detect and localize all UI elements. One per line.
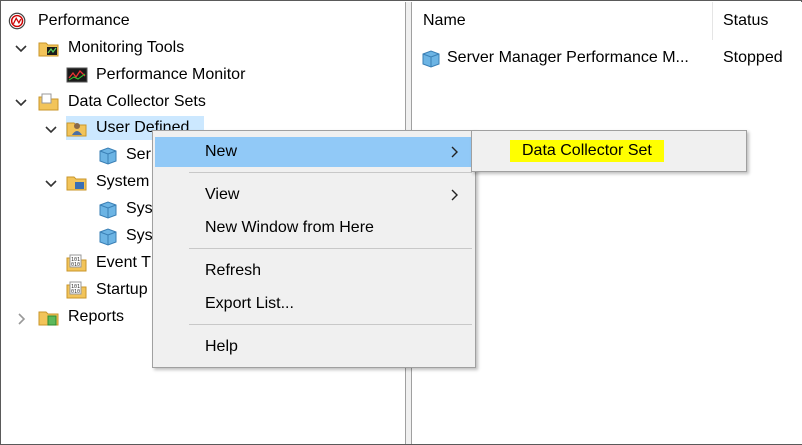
tree-label: Performance — [38, 12, 130, 29]
data-collector-icon — [99, 228, 117, 246]
menu-item-new-window[interactable]: New Window from Here — [155, 213, 473, 243]
performance-monitor-icon — [66, 67, 88, 83]
folder-icon — [38, 93, 59, 111]
menu-separator — [189, 172, 472, 173]
menu-item-view[interactable]: View — [155, 180, 473, 210]
column-header-label: Name — [423, 12, 466, 29]
chevron-right-icon — [451, 189, 458, 201]
tree-label: System — [96, 173, 150, 190]
chevron-right-icon[interactable] — [14, 312, 28, 326]
list-item[interactable]: Server Manager Performance M... — [419, 46, 709, 70]
mmc-window: Performance Monitoring Tools Performance… — [0, 0, 802, 445]
menu-item-new[interactable]: New — [155, 137, 473, 167]
menu-separator — [189, 248, 472, 249]
menu-item-label: Data Collector Set — [510, 140, 664, 162]
tree-node-event-trace[interactable]: 101 010 Event T — [66, 251, 153, 275]
list-item-status: Stopped — [723, 49, 783, 66]
menu-item-label: New — [205, 143, 238, 160]
tree-label: Data Collector Sets — [68, 93, 206, 110]
tree-node-performance-monitor[interactable]: Performance Monitor — [66, 63, 247, 87]
tree-label: Performance Monitor — [96, 66, 246, 83]
list-item-name: Server Manager Performance M... — [447, 49, 689, 66]
menu-item-label: View — [205, 186, 240, 203]
tree-node-server-manager[interactable]: Ser — [96, 143, 153, 167]
svg-text:010: 010 — [71, 289, 80, 295]
tree-label: Sys — [126, 227, 153, 244]
column-header-name[interactable]: Name — [423, 2, 713, 40]
data-collector-icon — [99, 201, 117, 219]
performance-icon — [8, 12, 26, 30]
chevron-right-icon — [451, 146, 458, 158]
tree-label: Sys — [126, 200, 153, 217]
menu-item-label: Refresh — [205, 262, 262, 279]
folder-chart-icon — [38, 42, 59, 57]
data-collector-icon — [422, 50, 440, 68]
chevron-down-icon[interactable] — [44, 177, 58, 191]
reports-folder-icon — [38, 311, 59, 326]
chevron-down-icon[interactable] — [44, 123, 58, 137]
column-header-status[interactable]: Status — [723, 2, 802, 40]
menu-item-label: Help — [205, 338, 238, 355]
tree-node-system-child[interactable]: Sys — [96, 197, 155, 221]
column-divider[interactable] — [712, 2, 713, 40]
column-header-label: Status — [723, 12, 769, 29]
tree-node-data-collector-sets[interactable]: Data Collector Sets — [38, 90, 208, 114]
menu-item-label: New Window from Here — [205, 219, 374, 236]
menu-item-data-collector-set[interactable]: Data Collector Set — [474, 135, 744, 167]
menu-item-refresh[interactable]: Refresh — [155, 256, 473, 286]
menu-item-export-list[interactable]: Export List... — [155, 289, 473, 319]
menu-item-label: Export List... — [205, 295, 294, 312]
tree-label: Startup — [96, 281, 148, 298]
binary-folder-icon: 101 010 — [66, 281, 87, 299]
svg-text:010: 010 — [71, 262, 80, 268]
tree-node-system[interactable]: System — [66, 170, 151, 194]
menu-separator — [189, 324, 472, 325]
chevron-down-icon[interactable] — [14, 96, 28, 110]
tree-label: Monitoring Tools — [68, 39, 185, 56]
user-folder-icon — [66, 122, 87, 137]
context-menu: New View New Window from Here Refresh Ex… — [152, 130, 476, 368]
tree-node-system-child[interactable]: Sys — [96, 224, 155, 248]
menu-item-help[interactable]: Help — [155, 332, 473, 362]
tree-node-startup[interactable]: 101 010 Startup — [66, 278, 150, 302]
tree-node-monitoring-tools[interactable]: Monitoring Tools — [38, 36, 186, 60]
tree-label: Reports — [68, 308, 125, 325]
data-collector-icon — [99, 147, 117, 165]
tree-label: Ser — [126, 146, 151, 163]
tree-node-performance[interactable]: Performance — [8, 9, 132, 33]
submenu-new: Data Collector Set — [471, 130, 747, 172]
tree-node-reports[interactable]: Reports — [38, 305, 126, 329]
binary-folder-icon: 101 010 — [66, 254, 87, 272]
tree-label: Event T — [96, 254, 151, 271]
chevron-down-icon[interactable] — [14, 42, 28, 56]
system-folder-icon — [66, 176, 87, 191]
